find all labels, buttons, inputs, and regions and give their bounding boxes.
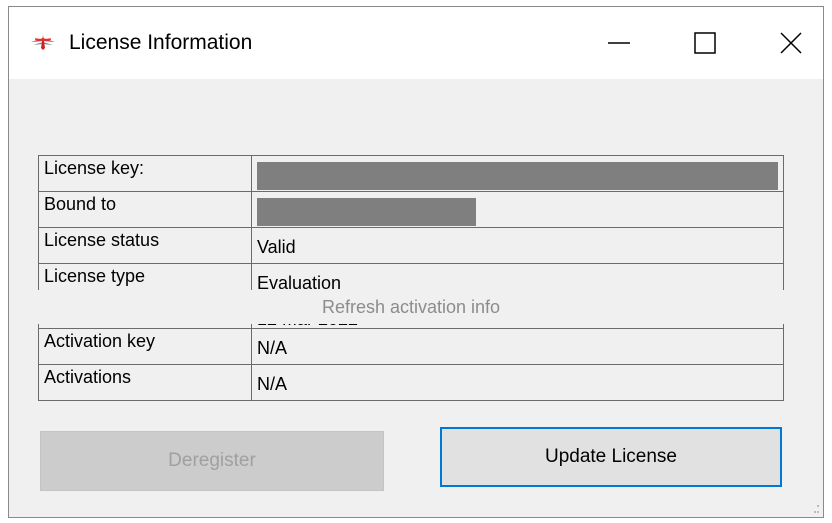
title-bar[interactable]: License Information (9, 7, 823, 79)
row-value-cell[interactable] (251, 155, 784, 192)
activation-table: Activation key N/A Activations N/A (38, 328, 784, 401)
row-label-cell: Activation key (38, 328, 252, 365)
redacted-value (257, 197, 476, 226)
update-license-button[interactable]: Update License (440, 427, 782, 487)
row-label: License key: (44, 158, 145, 178)
row-label: License type (44, 266, 146, 286)
row-value: N/A (257, 374, 288, 394)
row-label: Activation key (44, 331, 156, 351)
table-row: License key: (38, 155, 784, 192)
maximize-button[interactable] (665, 7, 745, 79)
window-title: License Information (69, 31, 253, 54)
redacted-value (257, 161, 778, 190)
row-label: Bound to (44, 194, 117, 214)
row-label: Activations (44, 367, 132, 387)
row-label-cell: License key: (38, 155, 252, 192)
minimize-button[interactable] (579, 7, 659, 79)
row-label-cell: Activations (38, 364, 252, 401)
row-label-cell: License status (38, 227, 252, 264)
close-icon (780, 32, 802, 54)
row-value: N/A (257, 338, 288, 358)
row-value-cell[interactable] (251, 191, 784, 228)
close-button[interactable] (751, 7, 831, 79)
table-row: Activations N/A (38, 364, 784, 401)
resize-grip-icon[interactable] (807, 501, 821, 515)
refresh-activation-info-link[interactable]: Refresh activation info (38, 290, 784, 324)
table-row: Bound to (38, 191, 784, 228)
table-row: Activation key N/A (38, 328, 784, 365)
winged-logo-icon (31, 35, 55, 50)
table-row: License status Valid (38, 227, 784, 264)
maximize-icon (694, 32, 716, 54)
row-label: License status (44, 230, 160, 250)
row-value: Valid (257, 237, 296, 257)
deregister-button[interactable]: Deregister (40, 431, 384, 491)
row-value-cell[interactable]: N/A (251, 328, 784, 365)
row-value-cell[interactable]: N/A (251, 364, 784, 401)
row-label-cell: Bound to (38, 191, 252, 228)
license-information-window: License Information License key: Bound to… (8, 6, 824, 518)
minimize-icon (608, 42, 630, 44)
row-value-cell[interactable]: Valid (251, 227, 784, 264)
